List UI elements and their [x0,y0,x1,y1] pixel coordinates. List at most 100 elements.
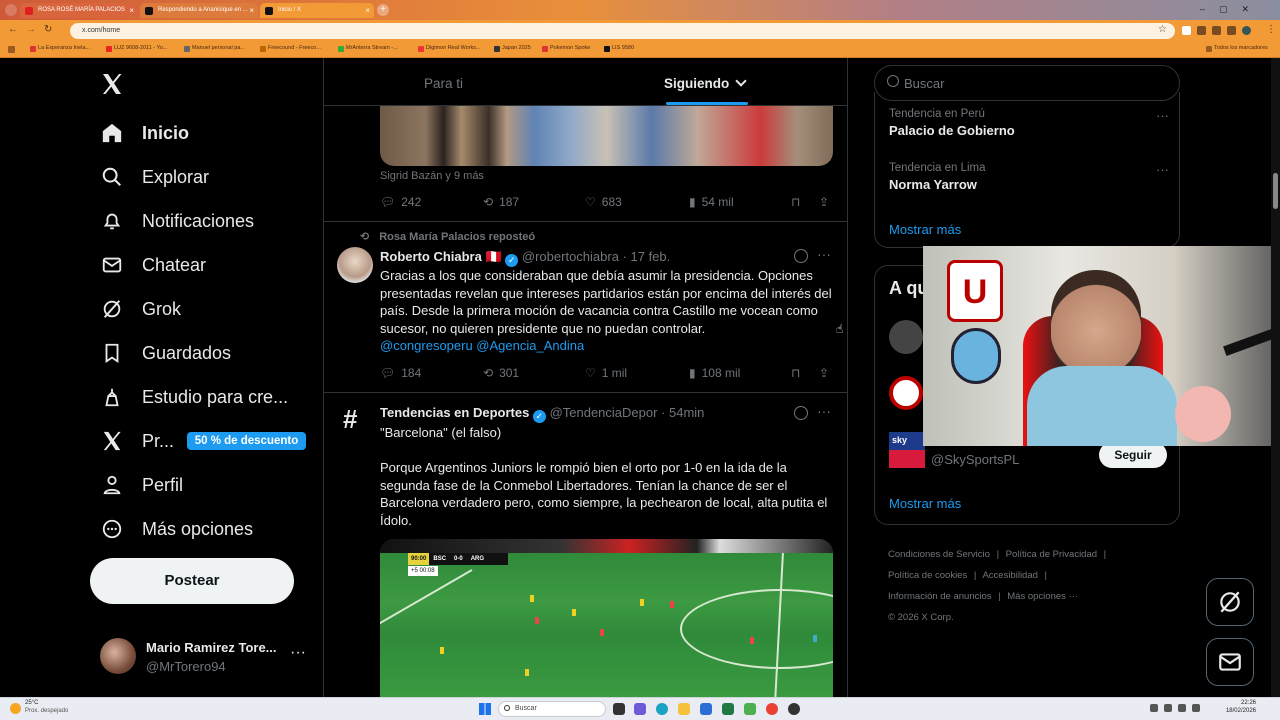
window-controls[interactable]: –▢✕ [1200,4,1263,15]
bookmark-item[interactable]: LIS 9580 [604,45,634,52]
show-more-link[interactable]: Mostrar más [889,222,961,237]
nav-item-chat[interactable]: Chatear [100,250,206,280]
bookmark-item[interactable]: Digimon Real Works... [418,45,481,52]
premium-discount-badge[interactable]: 50 % de descuento [187,432,306,450]
like-button[interactable]: ♡ 683 [585,195,622,209]
messages-fab-button[interactable] [1206,638,1254,686]
scrollbar[interactable] [1271,58,1280,697]
forward-icon[interactable]: → [26,24,36,35]
tab-for-you[interactable]: Para ti [424,76,463,91]
clock-time[interactable]: 22:26 [1222,700,1256,706]
taskbar-search[interactable]: Buscar [498,701,606,717]
start-icon[interactable] [479,703,491,715]
extensions-icons[interactable] [1182,26,1252,36]
footer-link[interactable]: Condiciones de Servicio [888,549,990,560]
close-tab-icon[interactable]: × [365,3,370,18]
nav-item-home[interactable]: Inicio [100,118,189,148]
tweet-mentions[interactable]: @congresoperu @Agencia_Andina [380,337,584,355]
excel-icon[interactable] [722,703,734,715]
footer-link[interactable]: Información de anuncios [888,591,992,602]
post-button[interactable]: Postear [90,558,294,604]
browser-menu-icon[interactable] [5,4,17,16]
file-explorer-icon[interactable] [678,703,690,715]
x-logo[interactable] [100,72,126,98]
footer-link[interactable]: Política de Privacidad [1006,549,1097,560]
share-button[interactable]: ⇪ [819,366,829,380]
account-more-icon[interactable]: ··· [290,644,306,662]
nav-item-explore[interactable]: Explorar [100,162,209,192]
trend-more-icon[interactable]: ··· [1156,108,1169,123]
grok-icon[interactable] [794,406,808,420]
avatar[interactable] [889,376,923,410]
trend-more-icon[interactable]: ··· [1156,162,1169,177]
tweet-more-icon[interactable]: ··· [817,403,831,419]
taskbar-app-icon[interactable] [788,703,800,715]
nav-item-profile[interactable]: Perfil [100,470,183,500]
trend-item[interactable]: Tendencia en Perú Palacio de Gobierno ··… [889,108,1169,148]
nav-item-notifications[interactable]: Notificaciones [100,206,254,236]
bookmark-item[interactable]: LUZ 9608-2011 - Yo... [106,45,167,52]
nav-item-grok[interactable]: Grok [100,294,181,324]
bookmark-item[interactable]: Japan 2025 [494,45,531,52]
chrome-icon[interactable] [766,703,778,715]
browser-tab-3-active[interactable]: Inicio / X × [260,3,374,18]
footer-link[interactable]: Accesibilidad [982,570,1037,581]
browser-more-icon[interactable]: ⋮ [1266,24,1276,35]
task-view-icon[interactable] [613,703,625,715]
nav-item-premium[interactable]: Pr... [100,426,174,456]
nav-item-more[interactable]: Más opciones [100,514,253,544]
bookmark-tweet-button[interactable]: ⊓ [791,195,800,209]
tweet-author[interactable]: Roberto Chiabra 🇵🇪 ✓ @robertochiabra · 1… [380,249,670,267]
taskbar-app-icon[interactable] [634,703,646,715]
footer-more-link[interactable]: Más opciones ··· [1007,591,1078,602]
bookmark-item[interactable]: Pokemon Spoke [542,45,590,52]
bookmark-item[interactable]: MrAnterra Stream -... [338,45,398,52]
grok-fab-button[interactable] [1206,578,1254,626]
new-tab-button[interactable]: + [377,4,389,16]
close-tab-icon[interactable]: × [129,3,134,18]
hashtag-avatar-icon[interactable]: # [343,404,357,435]
tab-following[interactable]: Siguiendo [664,75,747,91]
tweet-video[interactable]: 90:00 BSC 0-0 ARG +5 00:08 [380,539,833,697]
bookmark-item[interactable]: Freecound - Freeco... [260,45,321,52]
trend-item[interactable]: Tendencia en Lima Norma Yarrow ··· [889,162,1169,202]
bookmark-item[interactable]: Manuel personal pa... [184,45,245,52]
weather-icon[interactable] [10,703,21,714]
tweet-author[interactable]: Tendencias en Deportes ✓ @TendenciaDepor… [380,405,704,423]
clock-date[interactable]: 18/02/2026 [1212,708,1256,714]
like-button[interactable]: ♡ 1 mil [585,366,627,380]
url-field[interactable]: x.com/home [70,23,1175,39]
sky-sports-logo[interactable]: sky [889,432,925,468]
taskbar-app-icon[interactable] [744,703,756,715]
apps-icon[interactable] [8,46,15,53]
tweet-media-image[interactable] [380,106,833,166]
all-bookmarks[interactable]: Todos los marcadores [1206,45,1268,52]
reload-icon[interactable]: ↻ [44,24,52,35]
views-button[interactable]: ▮ 108 mil [689,366,740,380]
edge-icon[interactable] [656,703,668,715]
show-more-link[interactable]: Mostrar más [889,496,961,511]
reply-button[interactable]: 💬︎ 242 [380,195,421,209]
avatar[interactable] [337,247,373,283]
browser-tab-2[interactable]: Respondiendo a Ananisique en ... × [140,3,258,18]
bookmark-tweet-button[interactable]: ⊓ [791,366,800,380]
system-tray[interactable] [1150,704,1210,714]
tweet-more-icon[interactable]: ··· [817,246,831,262]
close-tab-icon[interactable]: × [249,3,254,18]
browser-tab-1[interactable]: ROSA ROSÉ MARÍA PALACIOS × [20,3,138,18]
account-switcher[interactable]: Mario Ramirez Tore... @MrTorero94 ··· [96,634,312,682]
back-icon[interactable]: ← [8,24,18,35]
reply-button[interactable]: 💬︎ 184 [380,366,421,380]
repost-button[interactable]: ⟲ 187 [483,195,519,209]
scrollbar-thumb[interactable] [1273,173,1278,209]
share-button[interactable]: ⇪ [819,195,829,209]
footer-link[interactable]: Política de cookies [888,570,967,581]
avatar[interactable] [889,320,923,354]
repost-button[interactable]: ⟲ 301 [483,366,519,380]
star-icon[interactable]: ☆ [1158,24,1167,35]
nav-item-creator-studio[interactable]: Estudio para cre... [100,382,288,412]
views-button[interactable]: ▮ 54 mil [689,195,734,209]
grok-icon[interactable] [794,249,808,263]
bookmark-item[interactable]: La Esperanza Inela... [30,45,90,52]
taskbar-app-icon[interactable] [700,703,712,715]
